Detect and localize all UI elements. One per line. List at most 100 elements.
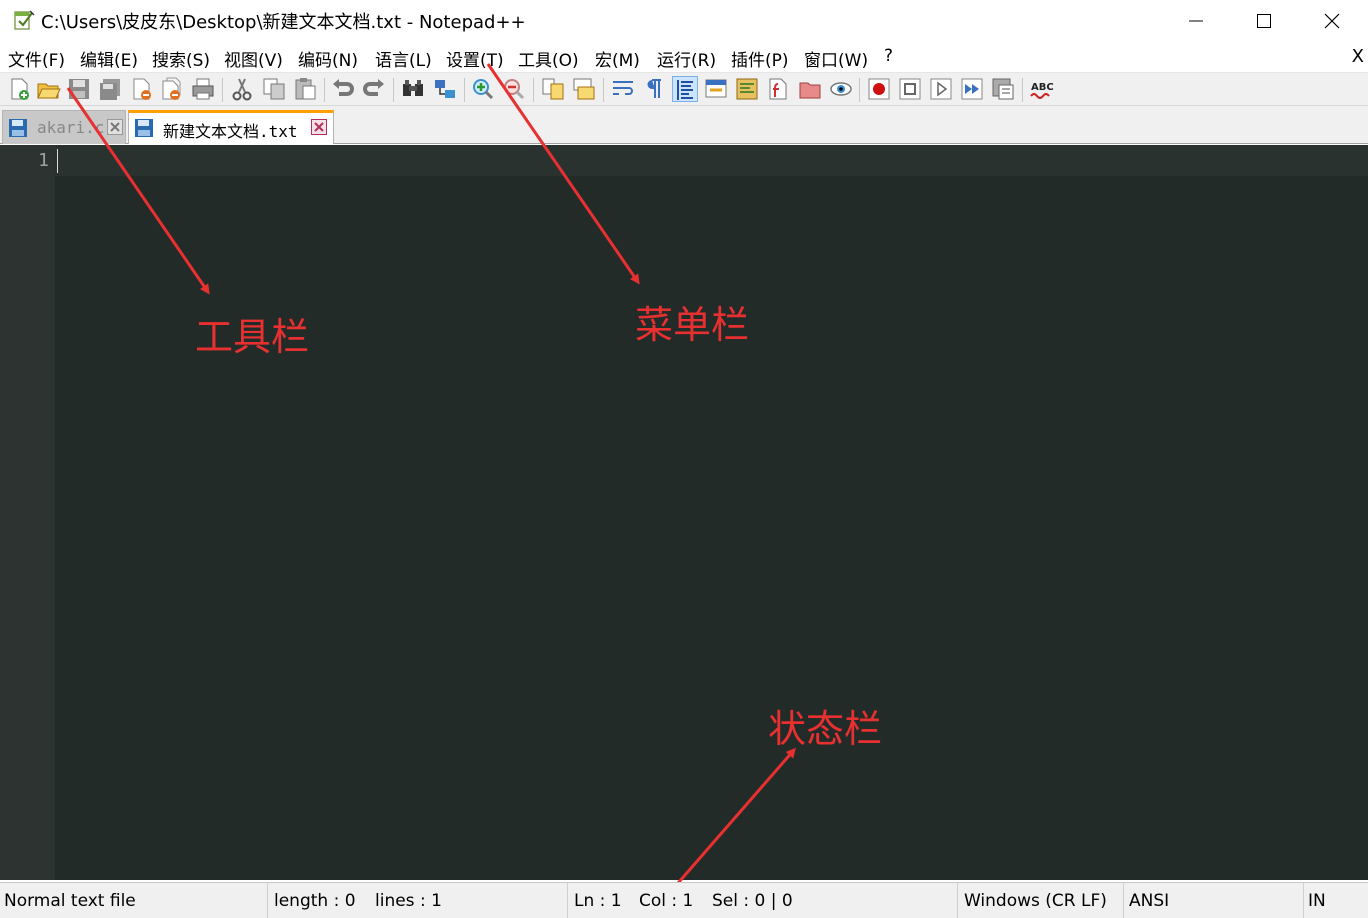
tab-label: 新建文本文档.txt	[163, 122, 298, 141]
menu-tools[interactable]: 工具(O)	[518, 46, 579, 71]
toolbar-separator	[464, 78, 465, 102]
print-icon[interactable]	[190, 76, 216, 102]
status-position-cell[interactable]: Ln : 1 Col : 1 Sel : 0 | 0	[568, 883, 958, 918]
toolbar-separator	[393, 78, 394, 102]
minimize-icon	[1189, 20, 1203, 22]
replace-icon[interactable]	[432, 76, 458, 102]
status-mode-cell[interactable]: IN	[1304, 883, 1326, 918]
word-wrap-icon[interactable]	[610, 76, 636, 102]
paste-icon[interactable]	[292, 76, 318, 102]
tab-close-icon[interactable]	[107, 119, 123, 135]
udl-icon[interactable]	[703, 76, 729, 102]
record-macro-icon[interactable]	[866, 76, 892, 102]
menu-run[interactable]: 运行(R)	[657, 46, 716, 71]
menu-search[interactable]: 搜索(S)	[152, 46, 210, 71]
undo-icon[interactable]	[330, 76, 356, 102]
find-icon[interactable]	[400, 76, 426, 102]
save-all-icon[interactable]	[97, 76, 123, 102]
menu-window[interactable]: 窗口(W)	[804, 46, 868, 71]
menu-help[interactable]: ?	[884, 46, 893, 66]
toolbar-separator	[859, 78, 860, 102]
zoom-out-icon[interactable]	[501, 76, 527, 102]
notepadpp-app-icon	[14, 10, 35, 30]
window-title: C:\Users\皮皮东\Desktop\新建文本文档.txt - Notepa…	[41, 12, 526, 33]
statusbar-annotation-label: 状态栏	[768, 707, 883, 751]
status-sel: Sel : 0 | 0	[712, 891, 793, 911]
saved-disk-icon	[9, 119, 27, 137]
sync-horizontal-icon[interactable]	[571, 76, 597, 102]
close-icon[interactable]	[129, 76, 155, 102]
menu-view[interactable]: 视图(V)	[224, 46, 283, 71]
show-all-chars-icon[interactable]	[640, 76, 666, 102]
toolbar-separator	[222, 78, 223, 102]
menu-settings[interactable]: 设置(T)	[446, 46, 504, 71]
line-number-gutter: 1	[0, 145, 55, 880]
current-line-highlight	[55, 145, 1368, 176]
tab-new-text-document[interactable]: 新建文本文档.txt	[128, 110, 334, 144]
close-window-button[interactable]	[1298, 0, 1366, 42]
zoom-in-icon[interactable]	[470, 76, 496, 102]
indent-guide-icon[interactable]	[672, 76, 698, 102]
status-bar: Normal text file length : 0 lines : 1 Ln…	[0, 882, 1368, 918]
title-bar: C:\Users\皮皮东\Desktop\新建文本文档.txt - Notepa…	[0, 0, 1368, 42]
notepadpp-window: C:\Users\皮皮东\Desktop\新建文本文档.txt - Notepa…	[0, 0, 1368, 918]
close-document-button[interactable]: X	[1352, 46, 1364, 67]
tab-label: akari.c	[37, 118, 105, 137]
redo-icon[interactable]	[361, 76, 387, 102]
line-number: 1	[38, 150, 49, 171]
saved-disk-icon	[135, 119, 153, 137]
close-icon	[1324, 13, 1340, 29]
doc-map-icon[interactable]	[734, 76, 760, 102]
toolbar-separator	[603, 78, 604, 102]
status-col: Col : 1	[639, 891, 694, 911]
menu-macro[interactable]: 宏(M)	[595, 46, 640, 71]
status-ln: Ln : 1	[574, 891, 622, 911]
maximize-icon	[1257, 14, 1271, 28]
tab-close-icon[interactable]	[311, 119, 327, 135]
tab-bar: akari.c 新建文本文档.txt	[0, 106, 1368, 144]
status-filetype-cell: Normal text file	[0, 883, 268, 918]
new-file-icon[interactable]	[6, 76, 32, 102]
menu-encoding[interactable]: 编码(N)	[298, 46, 358, 71]
status-length-cell: length : 0 lines : 1	[268, 883, 568, 918]
menu-edit[interactable]: 编辑(E)	[80, 46, 138, 71]
menu-language[interactable]: 语言(L)	[375, 46, 432, 71]
menubar-annotation-label: 菜单栏	[635, 303, 750, 347]
text-editor[interactable]: 1	[0, 145, 1368, 880]
save-macro-icon[interactable]	[990, 76, 1016, 102]
status-encoding-cell[interactable]: ANSI	[1124, 883, 1304, 918]
sync-vertical-icon[interactable]	[540, 76, 566, 102]
menu-file[interactable]: 文件(F)	[8, 46, 65, 71]
maximize-button[interactable]	[1230, 0, 1298, 42]
run-macro-multiple-icon[interactable]	[959, 76, 985, 102]
function-list-icon[interactable]	[765, 76, 791, 102]
monitoring-icon[interactable]	[828, 76, 854, 102]
toolbar-separator	[1022, 78, 1023, 102]
close-all-icon[interactable]	[159, 76, 185, 102]
toolbar-annotation-label: 工具栏	[195, 315, 310, 359]
play-macro-icon[interactable]	[928, 76, 954, 102]
status-eol: Windows (CR LF)	[964, 891, 1107, 911]
menu-plugins[interactable]: 插件(P)	[731, 46, 789, 71]
text-caret	[57, 149, 58, 173]
cut-icon[interactable]	[229, 76, 255, 102]
save-icon[interactable]	[66, 76, 92, 102]
status-length: length : 0	[274, 891, 356, 911]
status-mode: IN	[1308, 891, 1326, 911]
minimize-button[interactable]	[1162, 0, 1230, 42]
status-lines: lines : 1	[375, 891, 442, 911]
folder-workspace-icon[interactable]	[797, 76, 823, 102]
stop-macro-icon[interactable]	[897, 76, 923, 102]
menu-bar: 文件(F) 编辑(E) 搜索(S) 视图(V) 编码(N) 语言(L) 设置(T…	[0, 42, 1368, 72]
status-filetype: Normal text file	[4, 891, 136, 911]
open-file-icon[interactable]	[35, 76, 61, 102]
status-eol-cell[interactable]: Windows (CR LF)	[958, 883, 1124, 918]
tab-akari[interactable]: akari.c	[2, 110, 126, 144]
spell-check-icon[interactable]: ABC	[1029, 76, 1055, 102]
toolbar-separator	[324, 78, 325, 102]
status-encoding: ANSI	[1129, 891, 1170, 911]
svg-text:ABC: ABC	[1031, 82, 1054, 93]
toolbar-separator	[533, 78, 534, 102]
copy-icon[interactable]	[261, 76, 287, 102]
toolbar: ABC	[0, 72, 1368, 106]
